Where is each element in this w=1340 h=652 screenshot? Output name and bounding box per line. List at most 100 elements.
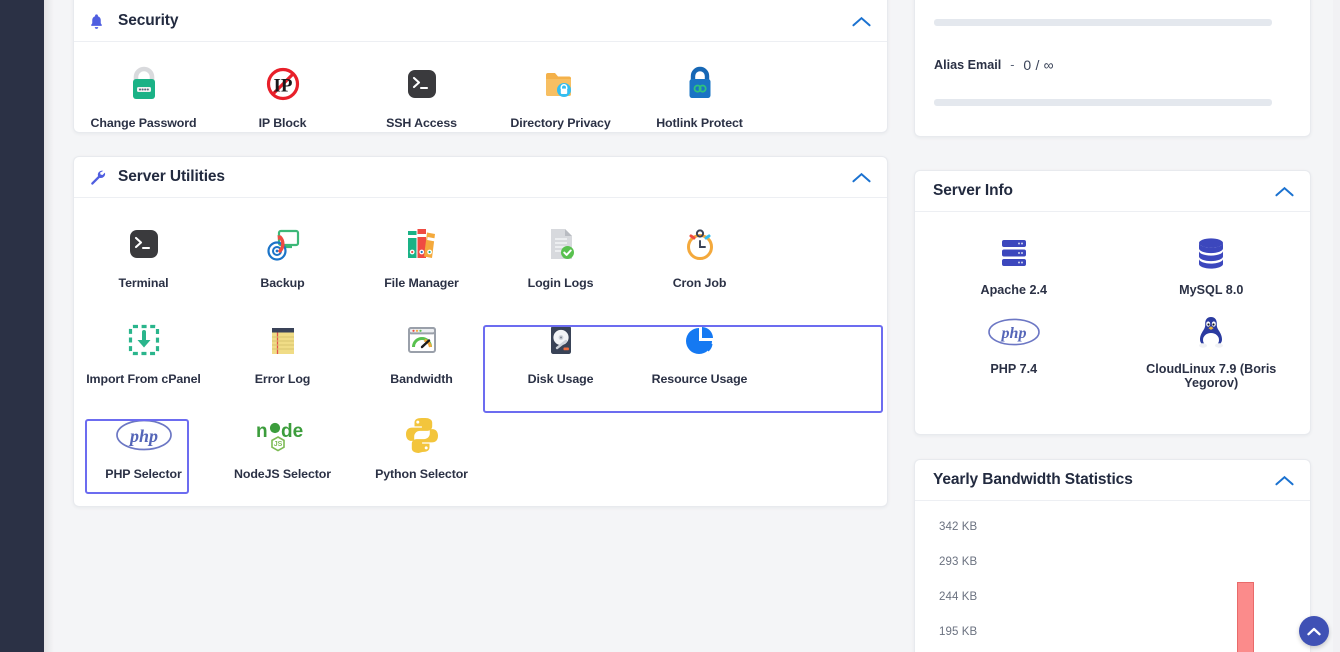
server-info-collapse-chevron-up-icon[interactable] <box>1274 184 1294 198</box>
tile-label: Cron Job <box>673 275 727 292</box>
bandwidth-chart: 342 KB 293 KB 244 KB 195 KB <box>915 501 1310 636</box>
tile-label: Directory Privacy <box>510 115 610 132</box>
tile-python-selector[interactable]: Python Selector <box>352 399 491 495</box>
server-info-apache[interactable]: Apache 2.4 <box>915 224 1113 303</box>
chart-ytick: 195 KB <box>939 626 977 638</box>
server-info-php[interactable]: php PHP 7.4 <box>915 303 1113 396</box>
tile-label: Resource Usage <box>652 371 748 388</box>
page-scrollbar[interactable] <box>1333 0 1340 652</box>
tile-backup[interactable]: Backup <box>213 208 352 304</box>
security-card: Security Change Password <box>73 0 888 133</box>
alias-email-value: 0 / ∞ <box>1023 57 1053 73</box>
padlock-password-icon <box>124 62 164 106</box>
tile-directory-privacy[interactable]: Directory Privacy <box>491 48 630 144</box>
tile-label: Import From cPanel <box>86 371 201 388</box>
left-nav-rail[interactable] <box>0 0 44 652</box>
svg-text:IP: IP <box>273 76 292 97</box>
tile-label: Error Log <box>255 371 311 388</box>
nodejs-icon: n de JS <box>252 413 314 457</box>
server-info-card: Server Info <box>914 170 1311 435</box>
server-info-card-title: Server Info <box>933 182 1274 200</box>
tile-php-selector[interactable]: php PHP Selector <box>74 399 213 495</box>
linux-penguin-icon <box>1194 312 1228 352</box>
tile-label: Hotlink Protect <box>656 115 743 132</box>
import-download-icon <box>124 318 164 362</box>
quota-progress-bar-top <box>934 19 1272 26</box>
alias-email-label: Alias Email <box>934 58 1001 72</box>
document-check-icon <box>541 222 581 266</box>
file-binders-icon <box>402 222 442 266</box>
chart-ytick: 342 KB <box>939 521 977 533</box>
tile-label: Bandwidth <box>390 371 452 388</box>
page-root: Security Change Password <box>0 0 1340 652</box>
gauge-window-icon <box>402 318 442 362</box>
scroll-to-top-button[interactable] <box>1299 616 1329 646</box>
tile-resource-usage[interactable]: Resource Usage <box>630 304 769 400</box>
security-card-header[interactable]: Security <box>74 0 887 42</box>
quota-separator: - <box>1010 58 1014 72</box>
bell-icon <box>88 11 110 31</box>
tile-hotlink-protect[interactable]: Hotlink Protect <box>630 48 769 144</box>
server-rack-icon <box>996 233 1032 273</box>
server-info-mysql[interactable]: MySQL 8.0 <box>1113 224 1311 303</box>
tile-label: Change Password <box>91 115 197 132</box>
tile-ip-block[interactable]: IP IP Block <box>213 48 352 144</box>
chevron-up-icon <box>1307 627 1321 636</box>
tile-disk-usage[interactable]: Disk Usage <box>491 304 630 400</box>
php-icon: php <box>987 312 1041 352</box>
rail-shadow <box>44 0 54 652</box>
server-info-label: CloudLinux 7.9 (Boris Yegorov) <box>1119 362 1305 390</box>
tile-change-password[interactable]: Change Password <box>74 48 213 144</box>
svg-text:n: n <box>256 421 268 442</box>
wrench-icon <box>88 167 110 187</box>
svg-text:de: de <box>281 421 303 442</box>
chart-ytick: 293 KB <box>939 556 977 568</box>
server-utilities-card-header[interactable]: Server Utilities <box>74 157 887 198</box>
server-info-label: Apache 2.4 <box>981 283 1048 297</box>
tile-label: Backup <box>260 275 304 292</box>
tile-label: File Manager <box>384 275 459 292</box>
server-info-cloudlinux[interactable]: CloudLinux 7.9 (Boris Yegorov) <box>1113 303 1311 396</box>
tile-label: Terminal <box>119 275 169 292</box>
ip-block-icon: IP <box>263 62 303 106</box>
hard-disk-icon <box>541 318 581 362</box>
tile-bandwidth[interactable]: Bandwidth <box>352 304 491 400</box>
tile-ssh-access[interactable]: SSH Access <box>352 48 491 144</box>
server-info-grid: Apache 2.4 MySQL 8.0 php <box>915 212 1310 410</box>
svg-text:php: php <box>999 325 1026 342</box>
security-collapse-chevron-up-icon[interactable] <box>851 14 871 28</box>
security-card-title: Security <box>118 12 851 30</box>
python-icon <box>402 413 442 457</box>
tile-terminal[interactable]: Terminal <box>74 208 213 304</box>
yearly-bandwidth-card: Yearly Bandwidth Statistics 342 KB 293 K… <box>914 459 1311 652</box>
yearly-bandwidth-card-title: Yearly Bandwidth Statistics <box>933 471 1274 489</box>
tile-label: NodeJS Selector <box>234 466 331 483</box>
server-info-label: MySQL 8.0 <box>1179 283 1243 297</box>
server-utilities-card-title: Server Utilities <box>118 168 851 186</box>
padlock-chain-icon <box>680 62 720 106</box>
notepad-icon <box>263 318 303 362</box>
chart-bar[interactable] <box>1237 582 1254 652</box>
account-quota-card: Alias Email - 0 / ∞ <box>914 0 1311 137</box>
tile-label: Python Selector <box>375 466 468 483</box>
pie-chart-icon <box>680 318 720 362</box>
server-info-card-header[interactable]: Server Info <box>915 171 1310 212</box>
tile-label: Login Logs <box>528 275 594 292</box>
server-info-label: PHP 7.4 <box>990 362 1037 376</box>
server-utilities-tiles: Terminal Backup <box>74 198 887 495</box>
tile-cron-job[interactable]: Cron Job <box>630 208 769 304</box>
tile-error-log[interactable]: Error Log <box>213 304 352 400</box>
tile-login-logs[interactable]: Login Logs <box>491 208 630 304</box>
server-utilities-card: Server Utilities Terminal <box>73 156 888 507</box>
tile-label: IP Block <box>259 115 307 132</box>
svg-text:JS: JS <box>273 441 282 448</box>
server-utilities-collapse-chevron-up-icon[interactable] <box>851 170 871 184</box>
chart-ytick: 244 KB <box>939 591 977 603</box>
svg-text:php: php <box>127 426 157 446</box>
tile-import-from-cpanel[interactable]: Import From cPanel <box>74 304 213 400</box>
bandwidth-collapse-chevron-up-icon[interactable] <box>1274 473 1294 487</box>
yearly-bandwidth-card-header[interactable]: Yearly Bandwidth Statistics <box>915 460 1310 501</box>
tile-nodejs-selector[interactable]: n de JS NodeJS Selector <box>213 399 352 495</box>
folder-lock-icon <box>541 62 581 106</box>
tile-file-manager[interactable]: File Manager <box>352 208 491 304</box>
